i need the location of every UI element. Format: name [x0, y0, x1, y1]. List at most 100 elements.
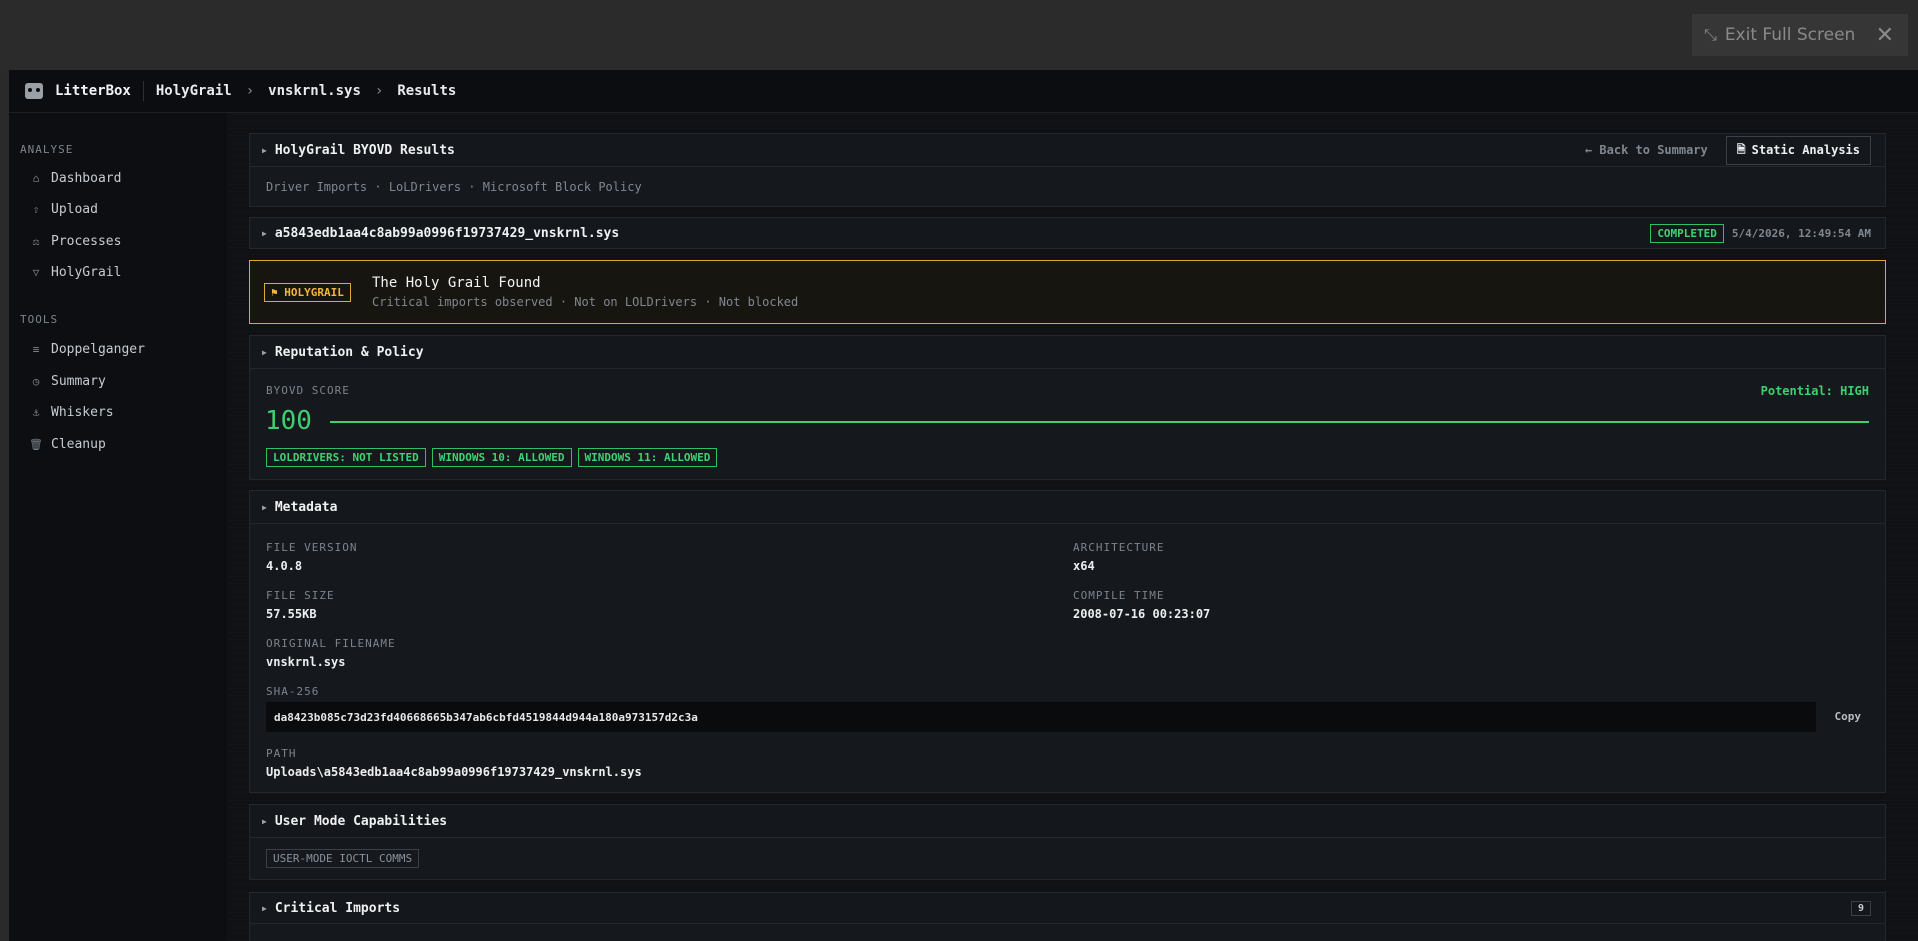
trash-icon: 🗑	[29, 438, 43, 451]
critical-imports-count: 9	[1850, 900, 1871, 916]
results-title: HolyGrail BYOVD Results	[274, 142, 455, 158]
file-version-value: 4.0.8	[266, 559, 303, 573]
sidebar-item-holygrail[interactable]: ▽ HolyGrail	[29, 265, 122, 280]
original-filename-label: ORIGINAL FILENAME	[266, 637, 396, 650]
collapse-icon: ⤡	[1704, 25, 1717, 44]
static-analysis-button[interactable]: 🗎 Static Analysis	[1725, 135, 1871, 165]
breadcrumb-holygrail[interactable]: HolyGrail	[156, 83, 232, 99]
breadcrumb-file[interactable]: vnskrnl.sys	[268, 83, 361, 99]
collapse-triangle-icon: ▶	[262, 502, 267, 512]
sidebar-item-label: Cleanup	[51, 437, 106, 452]
sidebar-item-label: HolyGrail	[51, 265, 122, 280]
byovd-score-value: 100	[265, 406, 312, 436]
capabilities-panel: ▶ User Mode Capabilities USER-MODE IOCTL…	[249, 804, 1886, 880]
tag-loldrivers: LOLDRIVERS: NOT LISTED	[266, 448, 426, 467]
sidebar-item-label: Processes	[51, 234, 122, 249]
document-icon: 🗎	[1736, 142, 1746, 156]
home-icon: ⌂	[32, 172, 40, 185]
breadcrumb-separator: ›	[245, 83, 255, 99]
potential-label: Potential: HIGH	[1760, 384, 1869, 398]
close-icon[interactable]: ✕	[1876, 23, 1894, 48]
capabilities-header[interactable]: ▶ User Mode Capabilities	[250, 805, 1885, 838]
score-track	[330, 421, 1869, 423]
breadcrumb-results: Results	[397, 83, 457, 99]
file-version-label: FILE VERSION	[266, 541, 358, 554]
sidebar-item-processes[interactable]: ⚖ Processes	[29, 234, 122, 249]
metadata-header[interactable]: ▶ Metadata	[250, 491, 1885, 524]
collapse-triangle-icon: ▶	[262, 903, 267, 913]
sidebar-item-label: Summary	[51, 374, 106, 389]
sidebar-item-label: Dashboard	[51, 171, 122, 186]
collapse-triangle-icon: ▶	[262, 816, 267, 826]
file-size-label: FILE SIZE	[266, 589, 335, 602]
capability-tag: USER-MODE IOCTL COMMS	[266, 849, 420, 868]
tag-windows-11: WINDOWS 11: ALLOWED	[577, 448, 718, 467]
sidebar-item-cleanup[interactable]: 🗑 Cleanup	[29, 437, 106, 452]
path-label: PATH	[266, 747, 297, 760]
verdict-banner: ⚑ HOLYGRAIL The Holy Grail Found Critica…	[249, 260, 1886, 324]
compile-time-value: 2008-07-16 00:23:07	[1073, 607, 1211, 621]
reputation-tags: LOLDRIVERS: NOT LISTED WINDOWS 10: ALLOW…	[266, 448, 718, 467]
upload-icon: ⇧	[32, 203, 40, 216]
back-to-summary-label: Back to Summary	[1599, 143, 1708, 157]
sidebar-item-label: Upload	[51, 202, 98, 217]
sidebar-heading-tools: TOOLS	[20, 313, 59, 326]
collapse-triangle-icon: ▶	[262, 145, 267, 155]
sidebar-heading-analyse: ANALYSE	[20, 143, 74, 156]
divider	[142, 81, 144, 101]
sidebar-item-upload[interactable]: ⇧ Upload	[29, 202, 98, 217]
critical-imports-header[interactable]: ▶ Critical Imports 9	[250, 893, 1885, 924]
architecture-label: ARCHITECTURE	[1073, 541, 1165, 554]
anchor-icon: ⚓	[32, 406, 40, 419]
compile-time-label: COMPILE TIME	[1073, 589, 1165, 602]
results-panel-header[interactable]: ▶ HolyGrail BYOVD Results ← Back to Summ…	[250, 134, 1885, 167]
reputation-panel: ▶ Reputation & Policy BYOVD SCORE Potent…	[249, 335, 1886, 480]
clock-icon: ◷	[32, 375, 40, 388]
file-name: a5843edb1aa4c8ab99a0996f19737429_vnskrnl…	[274, 225, 620, 241]
sidebar-item-label: Whiskers	[51, 405, 114, 420]
verdict-title: The Holy Grail Found	[372, 275, 541, 291]
triangle-down-icon: ▽	[32, 266, 40, 279]
app-window: LitterBox HolyGrail › vnskrnl.sys › Resu…	[9, 70, 1918, 941]
sidebar: ANALYSE ⌂ Dashboard ⇧ Upload ⚖ Processes…	[9, 113, 227, 941]
sha256-value[interactable]: da8423b085c73d23fd40668665b347ab6cbfd451…	[266, 702, 1816, 732]
brand-name[interactable]: LitterBox	[55, 83, 131, 99]
reputation-title: Reputation & Policy	[274, 344, 424, 360]
results-subtitle: Driver Imports · LoLDrivers · Microsoft …	[266, 180, 642, 194]
list-icon: ≡	[32, 343, 40, 356]
verdict-detail: Critical imports observed · Not on LOLDr…	[372, 295, 799, 309]
capabilities-title: User Mode Capabilities	[274, 813, 448, 829]
sidebar-item-dashboard[interactable]: ⌂ Dashboard	[29, 171, 122, 186]
metadata-panel: ▶ Metadata FILE VERSION 4.0.8 ARCHITECTU…	[249, 490, 1886, 793]
holygrail-badge: ⚑ HOLYGRAIL	[264, 283, 351, 302]
sidebar-item-whiskers[interactable]: ⚓ Whiskers	[29, 405, 114, 420]
tag-windows-10: WINDOWS 10: ALLOWED	[431, 448, 572, 467]
scale-icon: ⚖	[32, 235, 40, 248]
arrow-left-icon: ←	[1584, 143, 1593, 157]
top-bar: LitterBox HolyGrail › vnskrnl.sys › Resu…	[9, 70, 1918, 113]
file-size-value: 57.55KB	[266, 607, 317, 621]
exit-fullscreen-bar[interactable]: ⤡ Exit Full Screen ✕	[1692, 14, 1908, 56]
sidebar-item-doppelganger[interactable]: ≡ Doppelganger	[29, 342, 145, 357]
timestamp: 5/4/2026, 12:49:54 AM	[1731, 226, 1871, 240]
critical-imports-panel: ▶ Critical Imports 9	[249, 892, 1886, 941]
reputation-header[interactable]: ▶ Reputation & Policy	[250, 336, 1885, 369]
byovd-score-label: BYOVD SCORE	[266, 384, 350, 397]
sidebar-item-summary[interactable]: ◷ Summary	[29, 374, 106, 389]
copy-button[interactable]: Copy	[1835, 710, 1862, 723]
sha256-label: SHA-256	[266, 685, 320, 698]
collapse-triangle-icon: ▶	[262, 228, 267, 238]
file-panel-header[interactable]: ▶ a5843edb1aa4c8ab99a0996f19737429_vnskr…	[250, 218, 1885, 248]
static-analysis-label: Static Analysis	[1751, 143, 1860, 157]
exit-fullscreen-label[interactable]: Exit Full Screen	[1725, 25, 1856, 45]
back-to-summary-link[interactable]: ← Back to Summary	[1585, 143, 1708, 157]
litterbox-logo-icon	[25, 83, 43, 99]
status-badge: COMPLETED	[1650, 223, 1724, 243]
main-content: ▶ HolyGrail BYOVD Results ← Back to Summ…	[227, 113, 1918, 941]
metadata-title: Metadata	[274, 499, 338, 515]
critical-imports-title: Critical Imports	[274, 900, 401, 916]
breadcrumb-separator: ›	[374, 83, 384, 99]
results-panel: ▶ HolyGrail BYOVD Results ← Back to Summ…	[249, 133, 1886, 207]
file-panel: ▶ a5843edb1aa4c8ab99a0996f19737429_vnskr…	[249, 217, 1886, 249]
path-value: Uploads\a5843edb1aa4c8ab99a0996f19737429…	[266, 765, 642, 779]
